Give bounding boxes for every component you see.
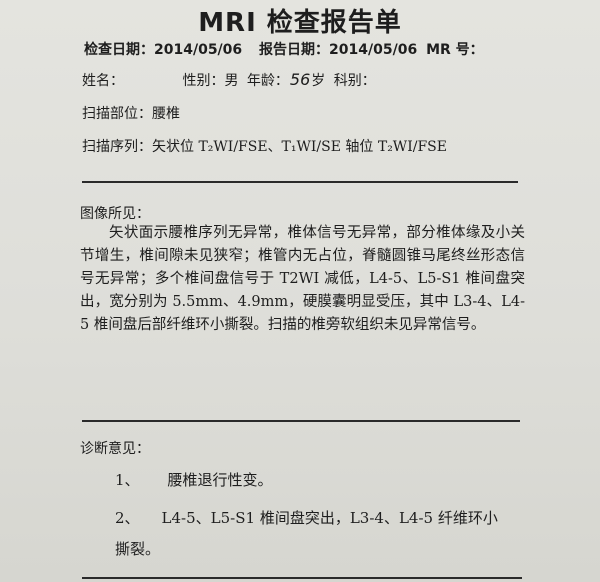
divider-bottom: [82, 577, 522, 579]
exam-date-label: 检查日期：: [84, 42, 154, 58]
patient-row: 姓名： 性别：男 年龄：56岁 科别：: [82, 70, 376, 90]
age-unit: 岁: [311, 73, 326, 89]
diagnosis-heading: 诊断意见：: [80, 441, 150, 457]
header-dates-row: 检查日期：2014/05/06 报告日期：2014/05/06 MR 号：: [84, 39, 484, 59]
diagnosis-item-text: L4-5、L5-S1 椎间盘突出，L3-4、L4-5 纤维环小: [161, 509, 498, 527]
mr-number-label: MR 号：: [426, 42, 484, 58]
scan-sequence-label: 扫描序列：: [82, 139, 152, 155]
report-title: MRI 检查报告单: [198, 8, 402, 38]
age-value: 56: [289, 70, 311, 89]
findings-text: 矢状面示腰椎序列无异常，椎体信号无异常，部分椎体缘及小关节增生，椎间隙未见狭窄；…: [80, 225, 525, 333]
department-label: 科别：: [333, 73, 376, 89]
name-label: 姓名：: [82, 73, 124, 89]
gender-label: 性别：: [182, 73, 225, 89]
diagnosis-item-2: 2、 L4-5、L5-S1 椎间盘突出，L3-4、L4-5 纤维环小: [115, 507, 498, 528]
exam-date-value: 2014/05/06: [154, 42, 243, 58]
report-date-value: 2014/05/06: [329, 42, 418, 58]
gender-value: 男: [224, 73, 239, 89]
diagnosis-item-text: 腰椎退行性变。: [167, 471, 273, 489]
diagnosis-item-1: 1、 腰椎退行性变。: [115, 469, 273, 490]
report-date-label: 报告日期：: [259, 42, 330, 58]
divider-middle: [82, 420, 520, 422]
scan-sequence-row: 扫描序列：矢状位 T₂WI/FSE、T₁WI/SE 轴位 T₂WI/FSE: [82, 136, 447, 156]
findings-heading: 图像所见：: [80, 206, 150, 222]
report-sheet: MRI 检查报告单 检查日期：2014/05/06 报告日期：2014/05/0…: [0, 0, 600, 582]
scan-sequence-value: 矢状位 T₂WI/FSE、T₁WI/SE 轴位 T₂WI/FSE: [152, 139, 447, 155]
scan-site-row: 扫描部位：腰椎: [82, 103, 180, 123]
diagnosis-item-number: 1、: [115, 471, 140, 489]
divider-top: [82, 181, 518, 183]
scan-site-label: 扫描部位：: [82, 106, 152, 122]
diagnosis-item-2-continued: 撕裂。: [115, 540, 161, 558]
scan-site-value: 腰椎: [152, 106, 180, 122]
diagnosis-item-number: 2、: [115, 509, 140, 527]
age-label: 年龄：: [246, 73, 289, 89]
